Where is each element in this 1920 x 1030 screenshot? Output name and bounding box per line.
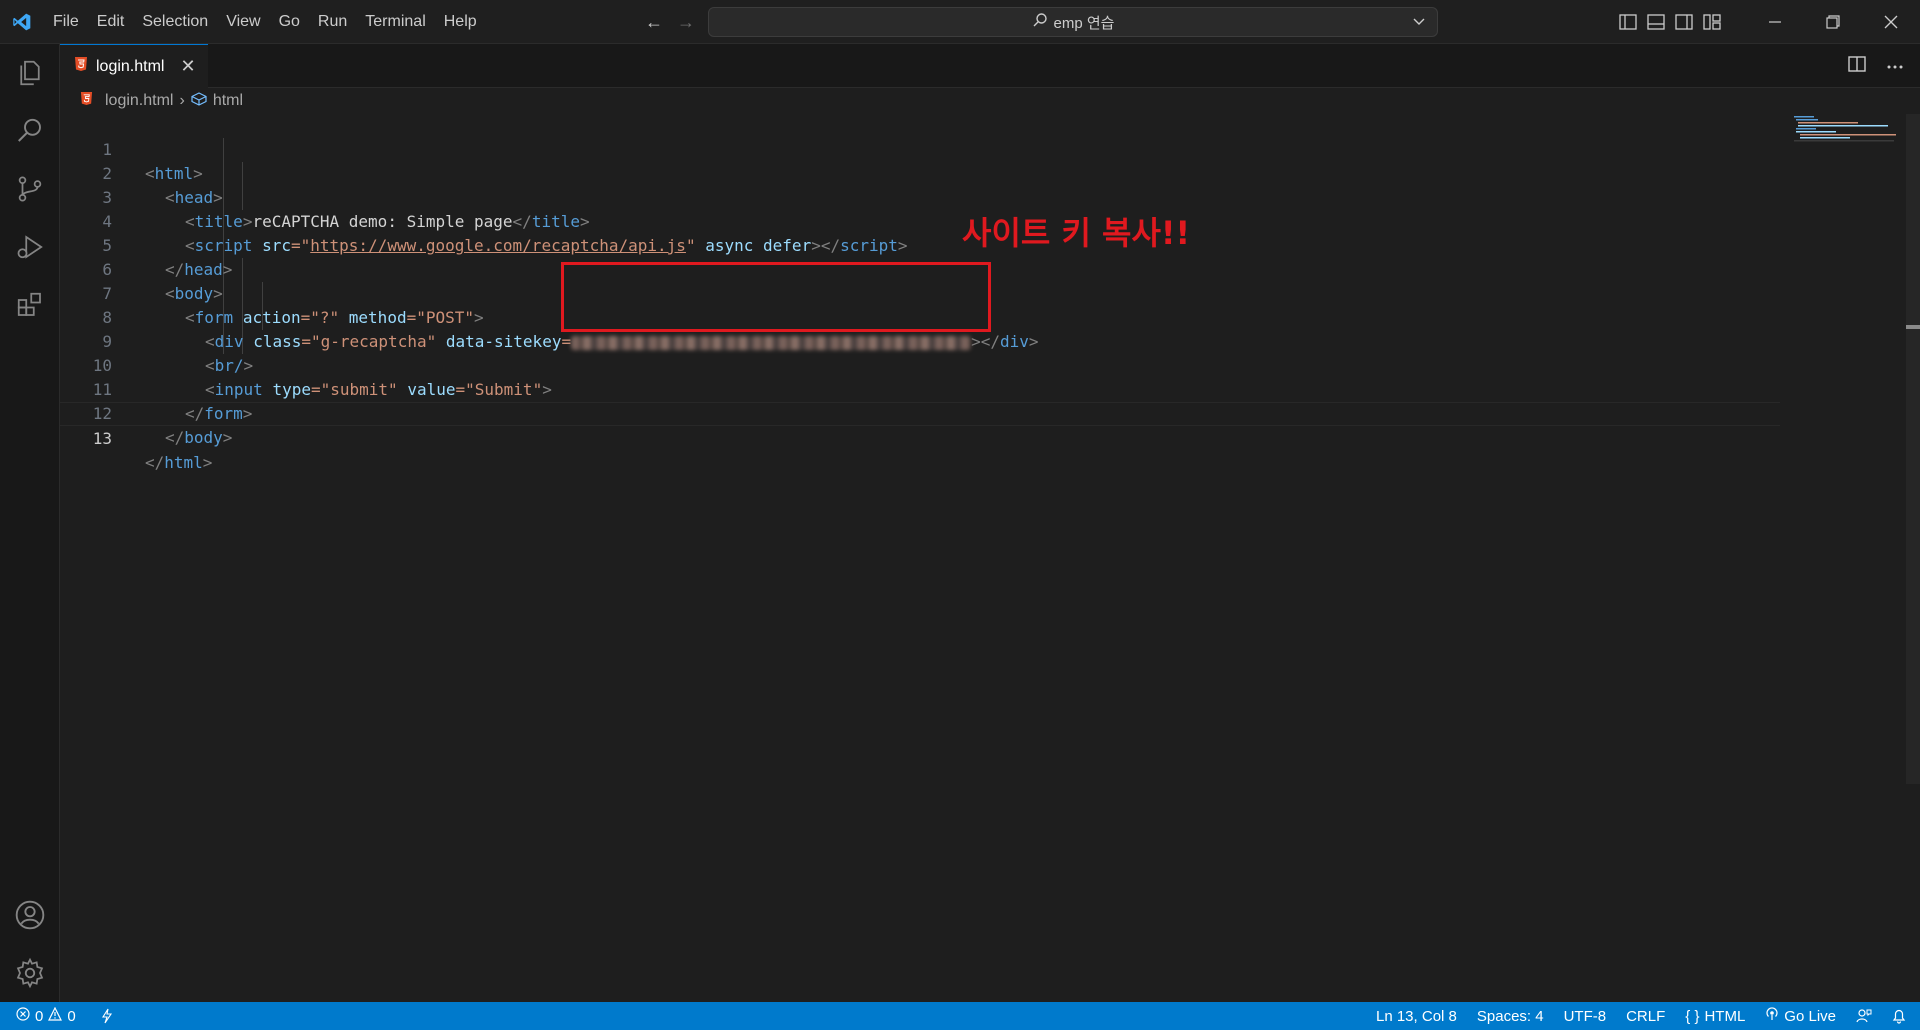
menu-help[interactable]: Help	[435, 0, 486, 44]
explorer-icon[interactable]	[0, 44, 60, 102]
restore-icon[interactable]	[1804, 0, 1862, 44]
braces-icon: { }	[1685, 1007, 1700, 1025]
line-ending[interactable]: CRLF	[1626, 1008, 1665, 1025]
editor-tab-bar: login.html ✕	[60, 44, 1920, 88]
warning-count: 0	[67, 1007, 76, 1025]
source-control-icon[interactable]	[0, 160, 60, 218]
editor-actions	[1848, 44, 1904, 88]
code-line: 11 </form>	[60, 354, 1780, 423]
tab-login-html[interactable]: login.html ✕	[60, 44, 208, 88]
chevron-down-icon[interactable]	[1411, 13, 1427, 33]
language-label: HTML	[1704, 1007, 1746, 1025]
error-icon	[16, 1007, 30, 1025]
run-debug-icon[interactable]	[0, 218, 60, 276]
minimize-icon[interactable]	[1746, 0, 1804, 44]
menu-go[interactable]: Go	[270, 0, 309, 44]
go-live-button[interactable]: Go Live	[1765, 1007, 1836, 1025]
account-icon[interactable]	[0, 886, 60, 944]
navigation-arrows: ← →	[645, 0, 695, 44]
breadcrumb-separator: ›	[179, 92, 185, 109]
code-line: 5 </head>	[60, 210, 1780, 279]
menu-view[interactable]: View	[217, 0, 269, 44]
breadcrumb-file[interactable]: login.html	[105, 92, 173, 110]
symbol-element-icon	[191, 91, 207, 111]
cursor-position[interactable]: Ln 13, Col 8	[1376, 1008, 1457, 1025]
html5-file-icon	[74, 56, 88, 77]
line-number: 13	[92, 429, 112, 448]
vscode-logo-icon	[0, 0, 44, 44]
problems-indicator[interactable]: 0 0	[16, 1006, 76, 1025]
menu-file[interactable]: File	[44, 0, 88, 44]
more-actions-icon[interactable]	[1886, 57, 1904, 75]
customize-layout-icon[interactable]	[1698, 0, 1726, 44]
menu-run[interactable]: Run	[309, 0, 356, 44]
toggle-panel-icon[interactable]	[1642, 0, 1670, 44]
go-live-label: Go Live	[1784, 1007, 1836, 1025]
extensions-icon[interactable]	[0, 276, 60, 334]
broadcast-icon	[1765, 1007, 1779, 1025]
code-line: 6 <body>	[60, 234, 1780, 303]
annotation-text: 사이트 키 복사!!	[962, 214, 1191, 252]
tab-label: login.html	[96, 57, 165, 75]
split-editor-icon[interactable]	[1848, 55, 1866, 77]
code-line: 10 <input type="submit" value="Submit">	[60, 330, 1780, 399]
command-center-text: emp 연습	[1053, 14, 1115, 32]
activity-bar-bottom	[0, 886, 60, 1002]
menu-edit[interactable]: Edit	[88, 0, 134, 44]
menu-bar: File Edit Selection View Go Run Terminal…	[44, 0, 486, 44]
html5-file-icon	[80, 91, 93, 111]
activity-bar	[0, 44, 60, 1002]
notifications-bell-icon[interactable]	[1892, 1008, 1906, 1024]
close-tab-icon[interactable]: ✕	[180, 56, 195, 77]
status-bar: 0 0 Ln 13, Col 8 Spaces: 4 UTF-8 CRLF { …	[0, 1002, 1920, 1030]
menu-selection[interactable]: Selection	[133, 0, 217, 44]
scrollbar-cursor-marker	[1906, 325, 1920, 329]
language-mode[interactable]: { } HTML	[1685, 1008, 1745, 1025]
code-line-current: 13 </html>	[60, 402, 1780, 472]
menu-terminal[interactable]: Terminal	[356, 0, 434, 44]
status-bar-left: 0 0	[0, 1006, 114, 1025]
feedback-icon[interactable]	[1856, 1008, 1872, 1024]
code-line: 12 </body>	[60, 378, 1780, 447]
minimap[interactable]	[1790, 114, 1906, 144]
search-icon	[1032, 12, 1048, 32]
warning-icon	[48, 1006, 63, 1025]
lightning-icon[interactable]	[100, 1008, 114, 1024]
breadcrumb-symbol[interactable]: html	[213, 92, 243, 110]
back-arrow-icon[interactable]: ←	[645, 12, 663, 33]
search-icon[interactable]	[0, 102, 60, 160]
encoding[interactable]: UTF-8	[1564, 1008, 1607, 1025]
close-icon[interactable]	[1862, 0, 1920, 44]
command-center[interactable]: emp 연습	[708, 7, 1438, 37]
breadcrumb: login.html › html	[80, 90, 243, 112]
indentation[interactable]: Spaces: 4	[1477, 1008, 1544, 1025]
code-line: 1 <html>	[60, 114, 1780, 183]
toggle-primary-sidebar-icon[interactable]	[1614, 0, 1642, 44]
vertical-scrollbar[interactable]	[1906, 114, 1920, 784]
error-count: 0	[35, 1007, 44, 1025]
code-line: 2 <head>	[60, 138, 1780, 207]
title-bar-controls	[1614, 0, 1920, 44]
line-content: </body>	[165, 428, 233, 447]
code-line: 4 <script src="https://www.google.com/re…	[60, 186, 1780, 255]
forward-arrow-icon[interactable]: →	[677, 12, 695, 33]
gear-icon[interactable]	[0, 944, 60, 1002]
line-content: </html>	[145, 453, 213, 472]
sitekey-highlight-box	[561, 262, 991, 332]
toggle-secondary-sidebar-icon[interactable]	[1670, 0, 1698, 44]
status-bar-right: Ln 13, Col 8 Spaces: 4 UTF-8 CRLF { } HT…	[1376, 1002, 1906, 1030]
code-line: 3 <title>reCAPTCHA demo: Simple page</ti…	[60, 162, 1780, 231]
title-bar: File Edit Selection View Go Run Terminal…	[0, 0, 1920, 44]
